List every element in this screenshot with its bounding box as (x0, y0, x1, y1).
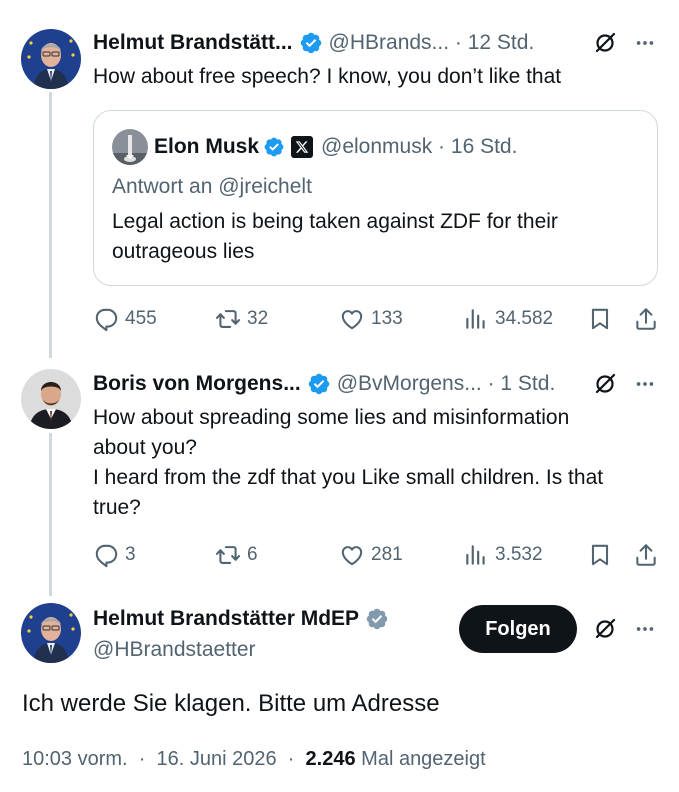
grok-icon[interactable] (592, 371, 618, 397)
view-label: Mal angezeigt (361, 748, 486, 770)
tweet-actions: 455 32 133 34.582 (93, 304, 659, 334)
author-name[interactable]: Helmut Brandstätter MdEP (93, 606, 359, 632)
reply-button[interactable]: 3 (93, 542, 136, 568)
tweet-header: Helmut Brandstätt... @HBrands... · 12 St… (93, 30, 534, 56)
avatar-image (21, 29, 81, 89)
view-count: 2.246 (305, 748, 356, 770)
verified-icon (263, 136, 285, 158)
avatar-image (21, 603, 81, 663)
reply-icon (93, 306, 119, 332)
share-icon (633, 306, 659, 332)
views-icon (463, 306, 489, 332)
bookmark-button[interactable] (587, 306, 619, 332)
like-button[interactable]: 133 (339, 306, 403, 332)
retweet-count: 32 (247, 308, 269, 329)
avatar[interactable] (21, 29, 81, 89)
bookmark-icon (587, 542, 613, 568)
quote-card[interactable]: Elon Musk @elonmusk · 16 Std. Antwort an… (93, 110, 658, 286)
views-button[interactable]: 34.582 (463, 306, 553, 332)
like-count: 133 (371, 308, 403, 329)
share-button[interactable] (633, 306, 665, 332)
retweet-button[interactable]: 6 (215, 542, 258, 568)
like-button[interactable]: 281 (339, 542, 403, 568)
separator-dot: · (282, 748, 300, 770)
avatar[interactable] (21, 369, 81, 429)
quote-author-name[interactable]: Elon Musk (154, 134, 259, 160)
retweet-count: 6 (247, 544, 258, 565)
tweet-header: Boris von Morgens... @BvMorgens... · 1 S… (93, 371, 555, 397)
tweet-header: Helmut Brandstätter MdEP (93, 606, 395, 632)
post-date[interactable]: 16. Juni 2026 (157, 748, 277, 770)
tweet-text-line: How about spreading some lies and misinf… (93, 406, 570, 429)
share-button[interactable] (633, 542, 665, 568)
thread-line (49, 433, 52, 596)
author-handle[interactable]: @HBrandstaetter (93, 637, 256, 663)
author-handle[interactable]: @BvMorgens... (337, 371, 482, 397)
author-name[interactable]: Boris von Morgens... (93, 371, 301, 397)
bookmark-icon (587, 306, 613, 332)
tweet-actions: 3 6 281 3.532 (93, 540, 659, 570)
tweet-text: How about free speech? I know, you don’t… (93, 65, 562, 88)
verified-icon (307, 372, 331, 396)
retweet-icon (215, 306, 241, 332)
avatar[interactable] (21, 603, 81, 663)
author-name[interactable]: Helmut Brandstätt... (93, 30, 293, 56)
quote-timestamp[interactable]: 16 Std. (451, 134, 518, 160)
reply-count: 455 (125, 308, 157, 329)
verified-icon (365, 607, 389, 631)
views-icon (463, 542, 489, 568)
more-icon[interactable] (632, 30, 658, 56)
thread-line (49, 92, 52, 358)
share-icon (633, 542, 659, 568)
retweet-button[interactable]: 32 (215, 306, 268, 332)
quote-text-line: Legal action is being taken against ZDF … (112, 210, 558, 233)
reply-button[interactable]: 455 (93, 306, 157, 332)
like-icon (339, 542, 365, 568)
timestamp[interactable]: 1 Std. (500, 371, 555, 397)
quote-text-line: outrageous lies (112, 240, 255, 263)
like-icon (339, 306, 365, 332)
separator-dot: · (432, 135, 451, 158)
follow-button[interactable]: Folgen (459, 605, 577, 653)
tweet-text-line: I heard from the zdf that you Like small… (93, 466, 604, 489)
grok-icon[interactable] (592, 616, 618, 642)
views-button[interactable]: 3.532 (463, 542, 543, 568)
tweet-text-line: true? (93, 496, 141, 519)
x-logo-icon (291, 136, 314, 158)
view-count: 3.532 (495, 544, 543, 565)
main-tweet-text: Ich werde Sie klagen. Bitte um Adresse (22, 690, 440, 717)
author-handle[interactable]: @HBrands... (329, 30, 450, 56)
separator-dot: · (133, 748, 151, 770)
bookmark-button[interactable] (587, 542, 619, 568)
tweet-meta: 10:03 vorm. · 16. Juni 2026 · 2.246 Mal … (22, 748, 486, 771)
verified-icon (299, 31, 323, 55)
reply-count: 3 (125, 544, 136, 565)
quote-author-handle[interactable]: @elonmusk (321, 134, 432, 160)
like-count: 281 (371, 544, 403, 565)
more-icon[interactable] (632, 616, 658, 642)
more-icon[interactable] (632, 371, 658, 397)
grok-icon[interactable] (592, 30, 618, 56)
timestamp[interactable]: 12 Std. (468, 30, 535, 56)
tweet-text-line: about you? (93, 436, 197, 459)
view-count: 34.582 (495, 308, 554, 329)
quote-avatar (112, 129, 148, 165)
separator-dot: · (449, 31, 468, 54)
separator-dot: · (481, 372, 501, 395)
quote-reply-to[interactable]: Antwort an @jreichelt (112, 173, 312, 201)
reply-icon (93, 542, 119, 568)
avatar-image (21, 369, 81, 429)
retweet-icon (215, 542, 241, 568)
post-time[interactable]: 10:03 vorm. (22, 748, 128, 770)
